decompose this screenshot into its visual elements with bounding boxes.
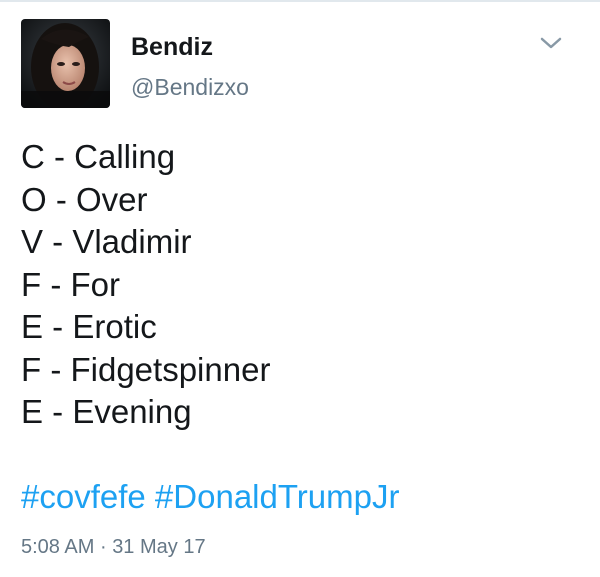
tweet-line: C - Calling (21, 138, 176, 175)
hashtag-row: #covfefe #DonaldTrumpJr (21, 476, 399, 518)
tweet-line: V - Vladimir (21, 223, 192, 260)
display-name[interactable]: Bendiz (131, 33, 213, 62)
tweet-line: E - Erotic (21, 308, 157, 345)
top-divider (0, 0, 600, 2)
tweet-line: O - Over (21, 180, 148, 218)
avatar-photo-icon (21, 19, 110, 108)
avatar[interactable] (21, 19, 110, 108)
chevron-down-icon[interactable] (538, 34, 564, 52)
tweet-line: E - Evening (21, 393, 192, 430)
tweet-line: F - For (21, 265, 120, 303)
tweet-timestamp[interactable]: 5:08 AM · 31 May 17 (21, 536, 206, 559)
hashtag-covfefe-link[interactable]: #covfefe (21, 478, 146, 515)
timestamp-separator: · (99, 536, 107, 558)
tweet-line: F - Fidgetspinner (21, 350, 271, 388)
hashtag-donaldtrumpjr-link[interactable]: #DonaldTrumpJr (155, 478, 400, 515)
tweet-time: 5:08 AM (21, 536, 95, 558)
tweet-text: C - Calling O - Over V - Vladimir F - Fo… (21, 136, 270, 434)
user-handle[interactable]: @Bendizxo (131, 74, 249, 101)
tweet-date: 31 May 17 (112, 536, 206, 558)
